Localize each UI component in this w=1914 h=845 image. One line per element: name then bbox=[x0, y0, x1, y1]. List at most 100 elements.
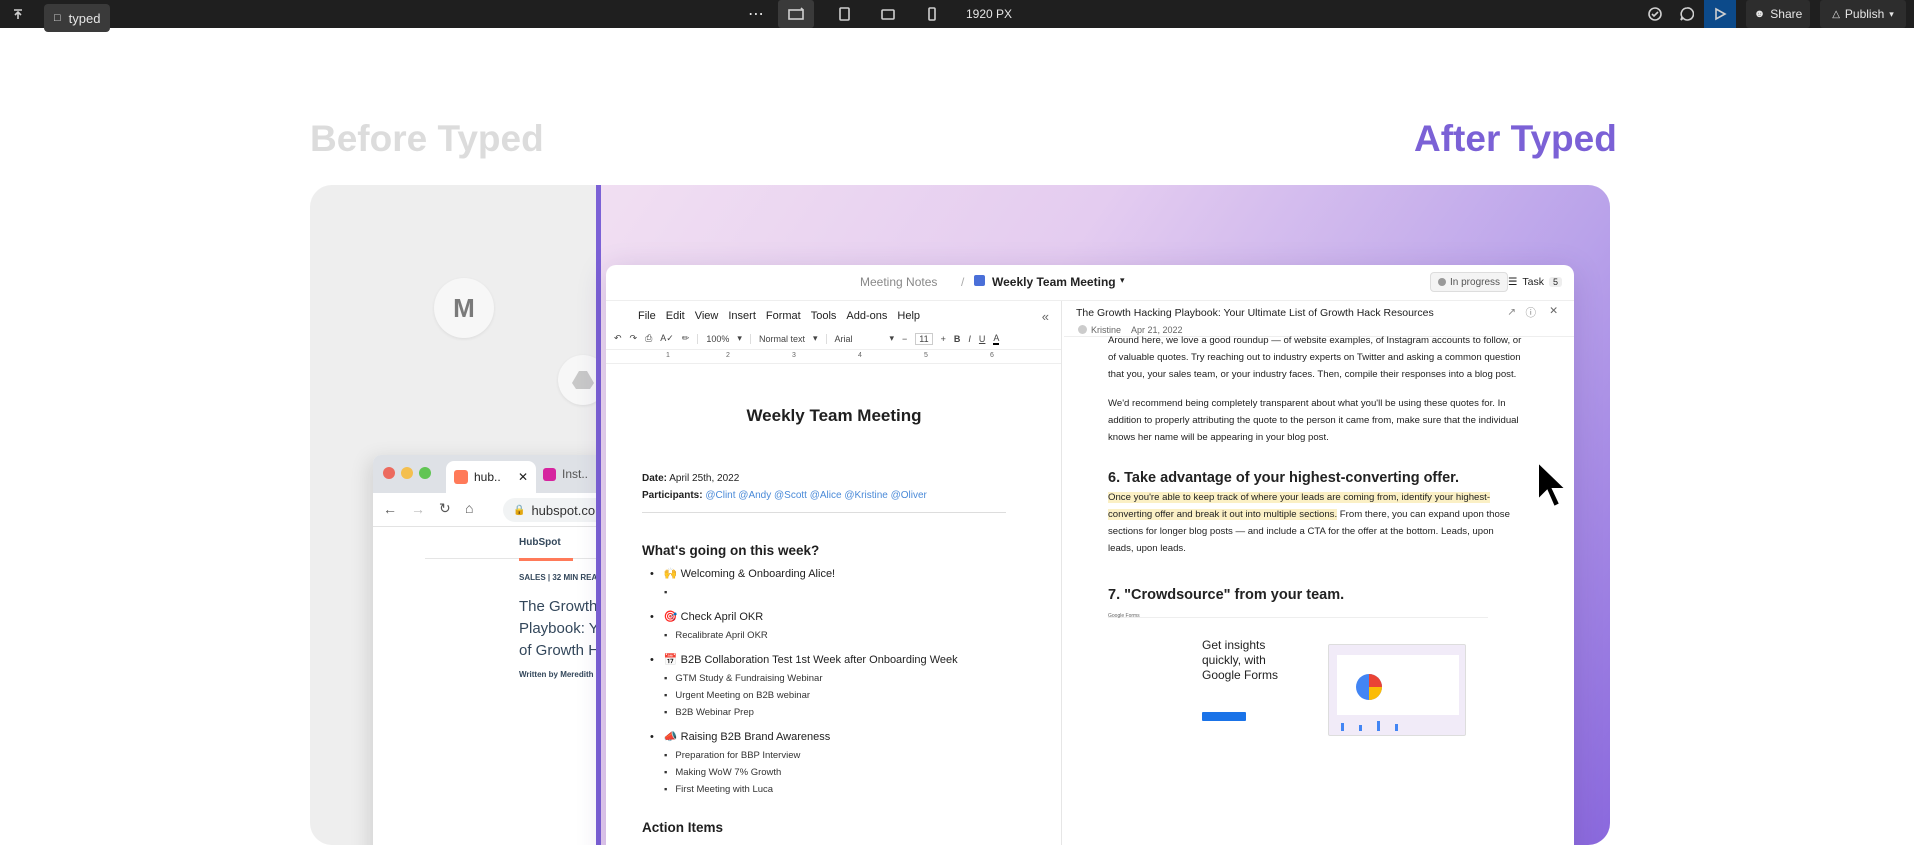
menu-add-ons[interactable]: Add-ons bbox=[846, 310, 887, 322]
status-label: In progress bbox=[1450, 276, 1501, 288]
subitem-text: Preparation for BBP Interview bbox=[675, 750, 801, 761]
doc-body[interactable]: Weekly Team Meeting Date: April 25th, 20… bbox=[606, 364, 1026, 835]
agenda-title: B2B Collaboration Test 1st Week after On… bbox=[680, 654, 958, 666]
participants-label: Participants: bbox=[642, 490, 703, 501]
menu-view[interactable]: View bbox=[695, 310, 719, 322]
comparison-slider-handle[interactable] bbox=[596, 185, 601, 845]
bold-icon[interactable]: B bbox=[954, 334, 961, 344]
share-button[interactable]: ☻ Share bbox=[1746, 0, 1810, 28]
forward-icon[interactable]: → bbox=[411, 501, 425, 517]
doc-date-line: Date: April 25th, 2022 bbox=[642, 470, 1026, 487]
blog-title: The Growth Hacking Playbook: Your Ultima… bbox=[1076, 307, 1434, 319]
file-tab[interactable]: □ typed bbox=[44, 4, 111, 32]
tab-title: hub.. bbox=[474, 470, 501, 484]
emoji-icon: 📣 bbox=[663, 731, 678, 743]
reload-icon[interactable]: ↻ bbox=[439, 500, 451, 517]
agenda-subitem: ▪ Recalibrate April OKR bbox=[664, 627, 1026, 644]
avatar bbox=[1078, 325, 1087, 334]
increase-size-icon[interactable]: + bbox=[941, 334, 946, 344]
comments-icon[interactable] bbox=[1677, 0, 1697, 28]
bullet-icon: ▪ bbox=[664, 707, 668, 718]
file-name: typed bbox=[68, 10, 101, 26]
article-title: The Growth Playbook: Y of Growth H bbox=[373, 582, 613, 662]
chevron-down-icon: ▾ bbox=[889, 333, 895, 343]
breadcrumb-parent[interactable]: Meeting Notes bbox=[860, 275, 937, 289]
spellcheck-icon[interactable]: A✓ bbox=[660, 333, 674, 344]
tablet-view-icon[interactable] bbox=[834, 0, 854, 28]
collapse-icon[interactable] bbox=[8, 0, 28, 28]
agenda-group: • 🎯 Check April OKR ▪ Recalibrate April OK… bbox=[642, 609, 1026, 644]
doc-ruler: 1 2 3 4 5 6 bbox=[606, 350, 1061, 364]
collapse-pane-icon[interactable]: « bbox=[1042, 309, 1049, 324]
browser-nav-bar: ← → ↻ ⌂ 🔒 hubspot.co bbox=[373, 493, 613, 527]
menu-tools[interactable]: Tools bbox=[811, 310, 837, 322]
task-label: Task bbox=[1522, 276, 1545, 288]
paint-format-icon[interactable]: ✏ bbox=[682, 333, 690, 344]
chevron-down-icon: ▾ bbox=[1889, 8, 1894, 19]
check-status-icon[interactable] bbox=[1645, 0, 1665, 28]
bullet-icon: • bbox=[650, 731, 654, 743]
menu-file[interactable]: File bbox=[638, 310, 656, 322]
undo-icon[interactable]: ↶ bbox=[614, 333, 622, 344]
chevron-down-icon[interactable]: ▾ bbox=[1120, 275, 1125, 286]
minimize-window-dot[interactable] bbox=[401, 467, 413, 479]
italic-icon[interactable]: I bbox=[968, 334, 971, 344]
redo-icon[interactable]: ↷ bbox=[630, 333, 638, 344]
zoom-select[interactable]: 100% bbox=[697, 333, 729, 344]
hubspot-logo: HubSpot bbox=[519, 537, 561, 548]
participant-mentions[interactable]: @Clint @Andy @Scott @Alice @Kristine @Ol… bbox=[705, 490, 927, 501]
preview-play-button[interactable] bbox=[1704, 0, 1736, 28]
menu-format[interactable]: Format bbox=[766, 310, 801, 322]
close-window-dot[interactable] bbox=[383, 467, 395, 479]
status-dot-icon bbox=[1438, 278, 1446, 286]
more-menu-icon[interactable]: ⋯ bbox=[746, 0, 766, 28]
section-heading: What's going on this week? bbox=[642, 543, 820, 558]
desktop-view-icon[interactable] bbox=[778, 0, 814, 28]
font-select[interactable]: Arial bbox=[825, 333, 882, 344]
text-style-select[interactable]: Normal text bbox=[749, 333, 805, 344]
agenda-item: • 🎯 Check April OKR bbox=[650, 609, 1026, 625]
agenda-item: • 🙌 Welcoming & Onboarding Alice! bbox=[650, 566, 1026, 582]
open-external-icon[interactable]: ↗ bbox=[1507, 306, 1516, 318]
article-author: Written by Meredith bbox=[519, 670, 594, 679]
mobile-view-icon[interactable] bbox=[922, 0, 942, 28]
close-icon[interactable]: ✕ bbox=[1549, 305, 1558, 317]
text-color-icon[interactable]: A bbox=[993, 333, 1000, 345]
subitem-text: Urgent Meeting on B2B webinar bbox=[675, 690, 811, 701]
forms-nav: Google Forms bbox=[1108, 608, 1488, 619]
subitem-text: GTM Study & Fundraising Webinar bbox=[675, 673, 823, 684]
browser-tab-hubspot[interactable]: hub.. ✕ bbox=[446, 461, 536, 493]
status-badge[interactable]: In progress bbox=[1430, 272, 1509, 292]
blog-subheading: 7. "Crowdsource" from your team. bbox=[1108, 587, 1345, 603]
underline-icon[interactable]: U bbox=[979, 334, 986, 344]
menu-help[interactable]: Help bbox=[897, 310, 920, 322]
maximize-window-dot[interactable] bbox=[419, 467, 431, 479]
agenda-item: • 📣 Raising B2B Brand Awareness bbox=[650, 729, 1026, 745]
doc-divider bbox=[642, 512, 1006, 513]
bullet-icon: ▪ bbox=[664, 587, 668, 598]
menu-edit[interactable]: Edit bbox=[666, 310, 685, 322]
bullet-icon: ▪ bbox=[664, 673, 668, 684]
print-icon[interactable]: ⎙ bbox=[645, 333, 652, 344]
close-tab-icon[interactable]: ✕ bbox=[518, 470, 528, 484]
tablet-landscape-view-icon[interactable] bbox=[878, 0, 898, 28]
agenda-subitem: ▪ Making WoW 7% Growth bbox=[664, 764, 1026, 781]
app-header: Meeting Notes / Weekly Team Meeting ▾ In… bbox=[606, 265, 1574, 301]
breadcrumb-current[interactable]: Weekly Team Meeting bbox=[992, 275, 1116, 289]
bullet-icon: ▪ bbox=[664, 767, 668, 778]
blog-paragraph: Once you're able to keep track of where … bbox=[1108, 489, 1522, 557]
back-icon[interactable]: ← bbox=[383, 501, 397, 517]
font-size-input[interactable]: 11 bbox=[915, 332, 933, 345]
task-count-badge: 5 bbox=[1549, 277, 1563, 287]
decrease-size-icon[interactable]: − bbox=[902, 334, 907, 344]
publish-button[interactable]: △ Publish ▾ bbox=[1820, 0, 1906, 28]
url-text: hubspot.co bbox=[531, 502, 596, 518]
info-icon[interactable]: ⓘ bbox=[1526, 305, 1537, 320]
menu-insert[interactable]: Insert bbox=[728, 310, 756, 322]
home-icon[interactable]: ⌂ bbox=[465, 500, 473, 516]
browser-tab-instagram[interactable]: Inst.. bbox=[543, 467, 588, 481]
task-button[interactable]: ☰ Task 5 bbox=[1508, 272, 1563, 292]
comparison-stage: M hub.. ✕ Inst.. ← → ↻ ⌂ 🔒 hubspot.co Hu… bbox=[310, 185, 1610, 845]
forms-preview-card bbox=[1328, 644, 1466, 736]
bullet-icon: ▪ bbox=[664, 690, 668, 701]
